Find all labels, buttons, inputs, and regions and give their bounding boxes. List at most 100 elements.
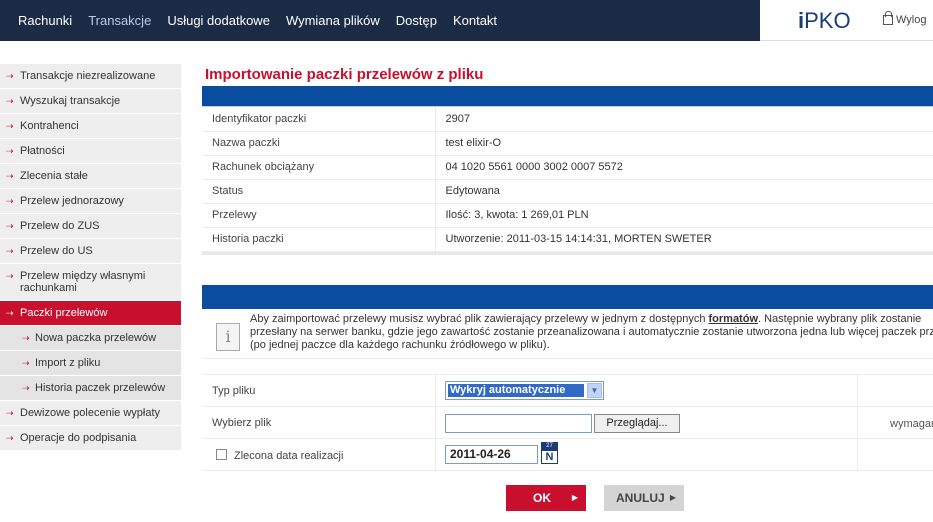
file-type-select[interactable]: Wykryj automatycznie ▼ — [445, 380, 604, 400]
sidebar-item-label: Przelew do US — [20, 245, 93, 257]
browse-button[interactable]: Przeglądaj... — [594, 413, 680, 433]
table-row: Rachunek obciążany 04 1020 5561 0000 3002… — [202, 155, 933, 180]
arrow-right-icon: ⇢ — [6, 271, 14, 281]
detail-value: Edytowana — [434, 179, 933, 204]
import-notice: i Aby zaimportować przelewy musisz wybra… — [202, 308, 933, 359]
chevron-right-icon: ▶ — [571, 493, 578, 502]
sidebar-item[interactable]: ⇢ Historia paczek przelewów — [0, 376, 181, 401]
sidebar-item[interactable]: ⇢ Paczki przelewów — [0, 301, 181, 326]
arrow-right-icon: ⇢ — [6, 121, 14, 131]
sidebar-item-label: Przelew do ZUS — [20, 220, 100, 232]
table-row: Status Edytowana — [202, 179, 933, 204]
sidebar-item[interactable]: ⇢ Operacje do podpisania — [0, 426, 181, 451]
arrow-right-icon: ⇢ — [6, 246, 14, 256]
arrow-right-icon: ⇢ — [6, 146, 14, 156]
file-type-row: Typ pliku Wykryj automatycznie ▼ — [202, 374, 933, 407]
logout-label: Wylog — [896, 14, 927, 26]
detail-label: Nazwa paczki — [202, 131, 435, 156]
section-header-bar — [202, 86, 933, 107]
required-note: wymagane — [890, 417, 933, 430]
execution-date-label: Zlecona data realizacji — [234, 449, 344, 462]
arrow-right-icon: ⇢ — [6, 408, 14, 418]
choose-file-row: Wybierz plik Przeglądaj... wymagane — [202, 406, 933, 439]
sidebar-item-label: Import z pliku — [35, 357, 101, 369]
detail-value: 04 1020 5561 0000 3002 0007 5572 — [434, 155, 933, 180]
formats-link[interactable]: formatów — [709, 313, 759, 325]
sidebar-item-label: Historia paczek przelewów — [35, 382, 166, 394]
table-row: Historia paczki Utworzenie: 2011-03-15 14… — [202, 227, 933, 252]
arrow-right-icon: ⇢ — [6, 433, 14, 443]
sidebar-item-label: Paczki przelewów — [20, 307, 108, 319]
nav-item-3[interactable]: Wymiana plików — [278, 13, 388, 28]
lock-icon — [883, 11, 893, 25]
detail-label: Historia paczki — [202, 227, 435, 252]
table-row: Nazwa paczki test elixir-O — [202, 131, 933, 156]
cancel-button[interactable]: ANULUJ ▶ — [604, 485, 684, 511]
execution-date-checkbox[interactable] — [216, 448, 227, 460]
sidebar-item[interactable]: ⇢ Wyszukaj transakcje — [0, 89, 181, 114]
sidebar-item[interactable]: ⇢ Przelew między własnymi rachunkami — [0, 264, 181, 301]
arrow-right-icon: ⇢ — [22, 358, 30, 368]
sidebar-item-label: Dewizowe polecenie wypłaty — [20, 407, 161, 419]
sidebar-item[interactable]: ⇢ Przelew do ZUS — [0, 214, 181, 239]
divider — [202, 251, 933, 255]
sidebar-item[interactable]: ⇢ Przelew jednorazowy — [0, 189, 181, 214]
package-details-table: Identyfikator paczki 2907 Nazwa paczki test… — [202, 107, 933, 252]
sidebar-item[interactable]: ⇢ Kontrahenci — [0, 114, 181, 139]
main-content: Importowanie paczki przelewów z pliku Id… — [202, 64, 933, 471]
detail-value: Utworzenie: 2011-03-15 14:14:31, MORTEN … — [434, 227, 933, 252]
page-title: Importowanie paczki przelewów z pliku — [205, 66, 484, 83]
arrow-right-icon: ⇢ — [22, 383, 30, 393]
chevron-down-icon[interactable]: ▼ — [587, 382, 602, 398]
sidebar-item-label: Nowa paczka przelewów — [35, 332, 157, 344]
table-row: Przelewy Ilość: 3, kwota: 1 269,01 PLN — [202, 203, 933, 228]
sidebar-item-label: Transakcje niezrealizowane — [20, 70, 156, 82]
sidebar-item-label: Płatności — [20, 145, 65, 157]
nav-item-0[interactable]: Rachunki — [10, 13, 80, 28]
arrow-right-icon: ⇢ — [22, 333, 30, 343]
sidebar-item[interactable]: ⇢ Płatności — [0, 139, 181, 164]
sidebar-item[interactable]: ⇢ Przelew do US — [0, 239, 181, 264]
detail-value: 2907 — [434, 107, 933, 132]
sidebar-item-label: Operacje do podpisania — [20, 432, 137, 444]
pko-logo[interactable]: iPKO — [798, 8, 851, 34]
detail-label: Identyfikator paczki — [202, 107, 435, 132]
form-spacer — [202, 359, 933, 375]
sidebar-item[interactable]: ⇢ Nowa paczka przelewów — [0, 326, 181, 351]
sidebar-item[interactable]: ⇢ Transakcje niezrealizowane — [0, 64, 181, 89]
detail-value: Ilość: 3, kwota: 1 269,01 PLN — [434, 203, 933, 228]
detail-label: Status — [202, 179, 435, 204]
detail-label: Rachunek obciążany — [202, 155, 435, 180]
sidebar-item[interactable]: ⇢ Dewizowe polecenie wypłaty — [0, 401, 181, 426]
arrow-right-icon: ⇢ — [6, 96, 14, 106]
chevron-right-icon: ▶ — [669, 493, 676, 502]
nav-item-4[interactable]: Dostęp — [388, 13, 445, 28]
nav-item-1[interactable]: Transakcje — [80, 13, 159, 28]
logout-link[interactable]: Wylog — [883, 11, 927, 26]
file-type-selected-value: Wykryj automatycznie — [448, 383, 584, 397]
table-row: Identyfikator paczki 2907 — [202, 107, 933, 132]
main-navigation: Rachunki Transakcje Usługi dodatkowe Wymian… — [10, 0, 505, 41]
section-header-bar-import — [202, 284, 933, 309]
sidebar-item[interactable]: ⇢ Zlecenia stałe — [0, 164, 181, 189]
file-path-input[interactable] — [445, 413, 592, 433]
file-type-label: Typ pliku — [212, 384, 256, 397]
sidebar-item[interactable]: ⇢ Import z pliku — [0, 351, 181, 376]
sidebar-item-label: Kontrahenci — [20, 120, 79, 132]
sidebar-item-label: Przelew między własnymi rachunkami — [20, 270, 146, 294]
nav-item-5[interactable]: Kontakt — [445, 13, 505, 28]
ok-button[interactable]: OK ▶ — [506, 485, 586, 511]
arrow-right-icon: ⇢ — [6, 308, 14, 318]
sidebar-item-label: Przelew jednorazowy — [20, 195, 124, 207]
nav-item-2[interactable]: Usługi dodatkowe — [159, 13, 278, 28]
arrow-right-icon: ⇢ — [6, 171, 14, 181]
execution-date-input[interactable]: 2011-04-26 — [445, 444, 538, 464]
info-icon: i — [216, 322, 240, 351]
arrow-right-icon: ⇢ — [6, 71, 14, 81]
detail-label: Przelewy — [202, 203, 435, 228]
logo-area: iPKO Wylog — [760, 0, 933, 41]
detail-value: test elixir-O — [434, 131, 933, 156]
calendar-icon[interactable]: 27 N — [541, 441, 558, 464]
execution-date-row: Zlecona data realizacji 2011-04-26 27 N — [202, 438, 933, 471]
choose-file-label: Wybierz plik — [212, 416, 272, 429]
